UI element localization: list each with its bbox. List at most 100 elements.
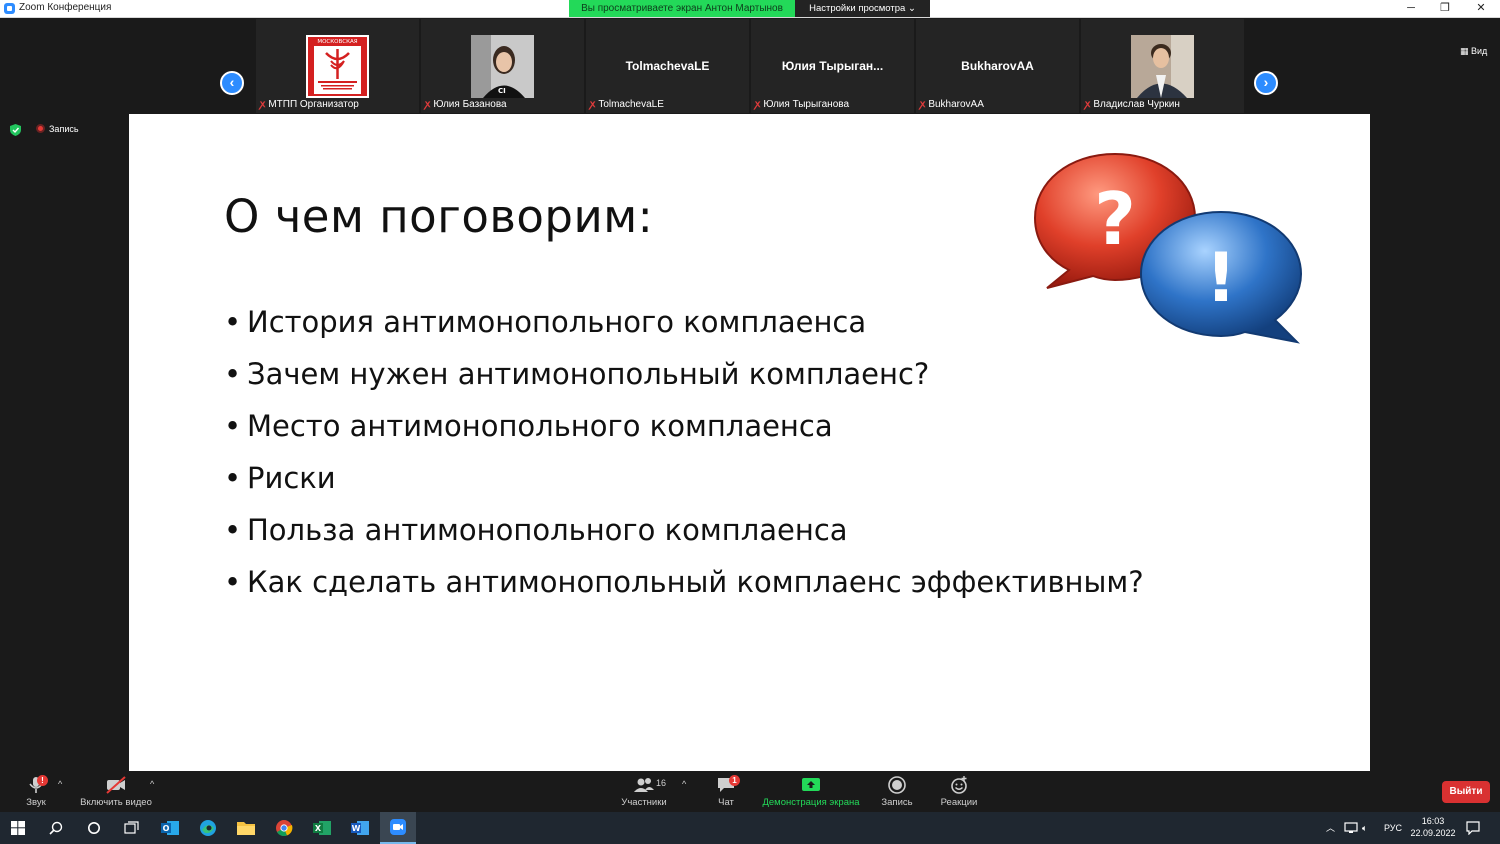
exclamation-mark: ! — [1205, 239, 1236, 318]
folder-icon — [237, 822, 255, 835]
clock-date: 22.09.2022 — [1410, 828, 1456, 838]
minimize-button[interactable]: ─ — [1394, 0, 1428, 18]
grid-icon: ▦ — [1460, 46, 1472, 56]
cortana-button[interactable] — [76, 812, 112, 844]
logo-text: МОСКОВСКАЯ — [317, 39, 357, 45]
participants-icon — [634, 778, 654, 792]
strip-prev-button[interactable]: ‹ — [220, 71, 244, 95]
slide-title: О чем поговорим: — [224, 190, 654, 243]
smiley-icon — [951, 776, 967, 794]
mic-muted-icon: ꭗ — [1085, 99, 1091, 110]
participant-photo: CI — [471, 35, 534, 98]
mic-muted-icon: ꭗ — [920, 99, 926, 110]
mic-muted-icon: ꭗ — [260, 99, 266, 110]
file-explorer-taskbar-icon[interactable] — [228, 812, 264, 844]
video-off-icon — [106, 776, 126, 794]
participants-button[interactable]: 16 Участники — [620, 775, 668, 808]
share-screen-icon — [802, 778, 820, 791]
participant-tile[interactable]: BukharovAA ꭗ BukharovAA — [916, 19, 1079, 113]
participant-tile[interactable]: МОСКОВСКАЯ ꭗ МТПП Организатор — [256, 19, 419, 113]
screen-share-banner: Вы просматриваете экран Антон Мартынов — [569, 0, 795, 17]
reactions-button[interactable]: Реакции — [940, 775, 978, 808]
participant-tile[interactable]: Юлия Тырыган... ꭗ Юлия Тырыганова — [751, 19, 914, 113]
svg-text:O: O — [163, 824, 170, 833]
question-exclamation-bubbles-icon: ? ! — [1033, 152, 1303, 344]
bullet-item: История антимонопольного комплаенса — [224, 302, 1144, 354]
share-screen-button[interactable]: Демонстрация экрана — [762, 775, 860, 808]
video-options-caret[interactable]: ^ — [150, 779, 154, 789]
participant-name: Юлия Тырыган... — [781, 59, 884, 73]
network-icon[interactable] — [1344, 822, 1358, 834]
search-button[interactable] — [38, 812, 74, 844]
chrome-taskbar-icon[interactable] — [266, 812, 302, 844]
participant-label: ꭗ BukharovAA — [920, 99, 984, 110]
mic-muted-icon: ꭗ — [755, 99, 761, 110]
participant-tile[interactable]: ꭗ Владислав Чуркин — [1081, 19, 1244, 113]
view-button[interactable]: ▦ Вид — [1460, 46, 1487, 57]
participant-label: ꭗ МТПП Организатор — [260, 99, 359, 110]
shield-icon[interactable] — [10, 124, 21, 136]
bullet-item: Как сделать антимонопольный комплаенс эф… — [224, 562, 1144, 614]
windows-taskbar: O X W ︿ 🔈︎ РУС 16:03 22.09.2022 — [0, 812, 1500, 844]
start-button[interactable] — [0, 812, 36, 844]
start-video-button[interactable]: Включить видео — [80, 775, 152, 808]
volume-icon[interactable]: 🔈︎ — [1362, 812, 1367, 844]
window-title: Zoom Конференция — [19, 2, 112, 13]
question-mark: ? — [1094, 177, 1136, 261]
excel-taskbar-icon[interactable]: X — [304, 812, 340, 844]
restore-button[interactable]: ❐ — [1428, 0, 1462, 18]
mic-muted-icon: ꭗ — [425, 99, 431, 110]
chamber-logo-icon: МОСКОВСКАЯ — [306, 35, 369, 98]
record-icon — [888, 776, 906, 794]
strip-next-button[interactable]: › — [1254, 71, 1278, 95]
word-icon: W — [351, 821, 369, 835]
audio-button[interactable]: ! Звук — [18, 775, 54, 808]
recording-indicator[interactable]: Запись — [36, 124, 79, 134]
zoom-window: Zoom Конференция ─ ❐ ✕ Вы просматриваете… — [0, 0, 1500, 844]
taskbar-clock[interactable]: 16:03 22.09.2022 — [1408, 815, 1458, 839]
participant-photo — [1131, 35, 1194, 98]
chrome-icon — [276, 820, 293, 837]
bullet-item: Польза антимонопольного комплаенса — [224, 510, 1144, 562]
outlook-taskbar-icon[interactable]: O — [152, 812, 188, 844]
audio-options-caret[interactable]: ^ — [58, 779, 62, 789]
zoom-icon — [390, 819, 406, 835]
zoom-taskbar-icon[interactable] — [380, 812, 416, 844]
participant-tile[interactable]: CI ꭗ Юлия Базанова — [421, 19, 584, 113]
participants-options-caret[interactable]: ^ — [682, 779, 686, 789]
record-dot-icon — [36, 124, 45, 133]
chat-unread-badge: 1 — [729, 775, 740, 786]
shared-screen-slide: О чем поговорим: История антимонопольног… — [129, 114, 1370, 771]
word-taskbar-icon[interactable]: W — [342, 812, 378, 844]
bullet-item: Риски — [224, 458, 1144, 510]
edge-taskbar-icon[interactable] — [190, 812, 226, 844]
participant-tile[interactable]: TolmachevaLE ꭗ TolmachevaLE — [586, 19, 749, 113]
audio-alert-badge: ! — [37, 775, 48, 786]
participant-name: BukharovAA — [961, 59, 1034, 73]
bullet-item: Место антимонопольного комплаенса — [224, 406, 1144, 458]
close-button[interactable]: ✕ — [1464, 0, 1498, 18]
leave-meeting-button[interactable]: Выйти — [1442, 781, 1490, 803]
input-language[interactable]: РУС — [1384, 812, 1402, 844]
meeting-toolbar: ! Звук ^ Включить видео ^ 16 Участники ^ — [0, 771, 1500, 812]
participant-label: ꭗ Владислав Чуркин — [1085, 99, 1180, 110]
participant-label: ꭗ Юлия Тырыганова — [755, 99, 850, 110]
excel-icon: X — [313, 821, 331, 835]
participant-strip: ‹ МОСКОВСКАЯ ꭗ МТПП Организатор CI ꭗ Юли… — [0, 18, 1500, 114]
svg-text:CI: CI — [498, 87, 506, 95]
svg-text:X: X — [315, 824, 322, 833]
edge-icon — [200, 820, 216, 836]
participant-label: ꭗ TolmachevaLE — [590, 99, 664, 110]
chat-button[interactable]: 1 Чат — [712, 775, 740, 808]
tray-overflow-caret[interactable]: ︿ — [1326, 812, 1335, 844]
record-button[interactable]: Запись — [880, 775, 914, 808]
task-view-button[interactable] — [114, 812, 150, 844]
notifications-icon[interactable] — [1466, 821, 1480, 835]
cortana-icon — [88, 822, 100, 834]
participant-name: TolmachevaLE — [625, 59, 710, 73]
windows-logo-icon — [11, 821, 25, 835]
zoom-app-icon — [4, 3, 15, 14]
outlook-icon: O — [161, 821, 179, 835]
view-options-button[interactable]: Настройки просмотра ⌄ — [795, 0, 930, 17]
participants-count: 16 — [656, 778, 667, 788]
